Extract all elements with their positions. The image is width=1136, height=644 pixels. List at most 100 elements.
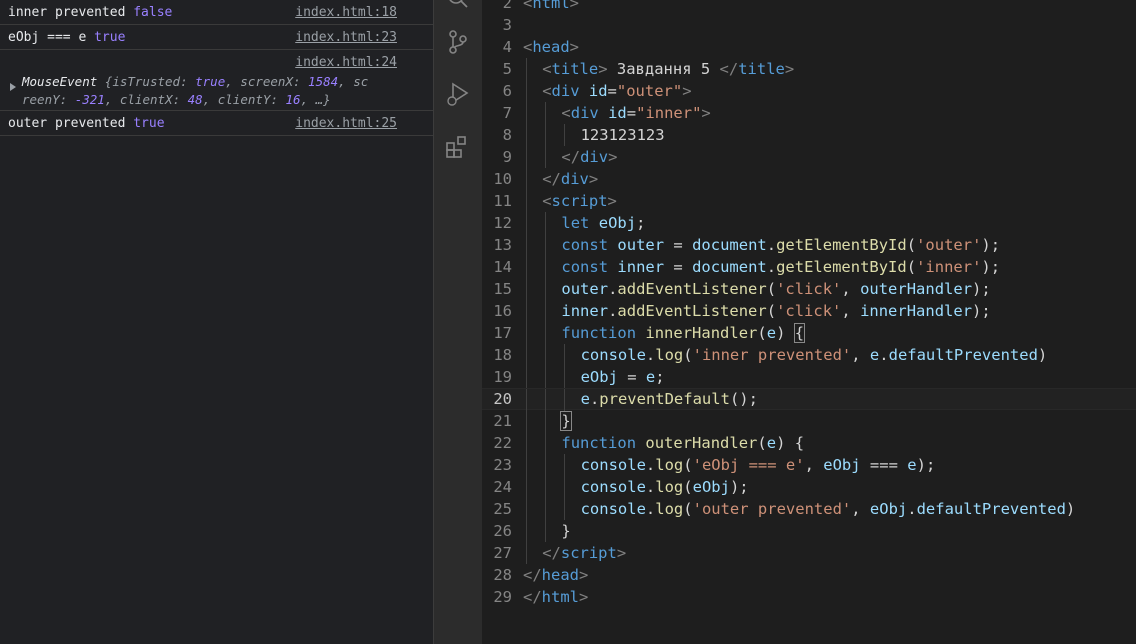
console-source-link[interactable]: index.html:18 (295, 0, 397, 25)
code-token: 123123123 (580, 126, 665, 144)
code-token: . (645, 456, 656, 474)
indent-guide (545, 344, 547, 366)
code-line[interactable]: 11 <script> (482, 190, 1136, 212)
code-token: === (860, 456, 908, 474)
code-text: </div> (542, 168, 598, 190)
code-token: ( (906, 236, 917, 254)
code-token: const (561, 258, 609, 276)
code-line[interactable]: 24 console.log(eObj); (482, 476, 1136, 498)
object-property-value: 48 (187, 92, 203, 107)
code-line[interactable]: 6 <div id="outer"> (482, 80, 1136, 102)
code-token: Завдання 5 (607, 60, 720, 78)
code-line[interactable]: 17 function innerHandler(e) { (482, 322, 1136, 344)
code-line[interactable]: 29 </html> (482, 586, 1136, 608)
console-message: outer prevented true index.html:25 (0, 111, 433, 136)
indent-guide (545, 476, 547, 498)
line-number: 11 (493, 192, 512, 210)
code-token: eObj (692, 478, 730, 496)
code-token: 'click' (776, 302, 842, 320)
code-line[interactable]: 13 const outer = document.getElementById(… (482, 234, 1136, 256)
run-debug-icon[interactable] (444, 80, 472, 108)
code-line[interactable]: 12 let eObj; (482, 212, 1136, 234)
code-token: > (579, 566, 589, 584)
indent-guide (526, 454, 527, 476)
console-object-message: index.html:24 MouseEvent {isTrusted: tru… (0, 50, 433, 111)
console-source-link[interactable]: index.html:25 (295, 111, 397, 136)
code-editor[interactable]: 2 <html> 3 4 <head> 5 <title> Завдання 5 </tit… (482, 0, 1136, 644)
object-preview-text: , (225, 74, 241, 89)
code-line[interactable]: 20 e.preventDefault(); (482, 388, 1136, 411)
search-icon[interactable] (444, 0, 472, 14)
code-token: ) { (776, 434, 805, 452)
line-number: 17 (493, 324, 512, 342)
expand-triangle-icon[interactable] (10, 83, 16, 91)
code-text: console.log('eObj === e', eObj === e); (581, 454, 936, 476)
indent-guide (545, 454, 547, 476)
code-token: { (793, 323, 806, 343)
code-text: const outer = document.getElementById('o… (561, 234, 1000, 256)
code-line[interactable]: 2 <html> (482, 0, 1136, 14)
object-preview-text: , …} (300, 92, 331, 107)
code-line[interactable]: 16 inner.addEventListener('click', innerH… (482, 300, 1136, 322)
code-token: addEventListener (617, 280, 767, 298)
code-text: </script> (542, 542, 626, 564)
indent-guide (526, 190, 527, 212)
code-line[interactable]: 27 </script> (482, 542, 1136, 564)
code-line[interactable]: 10 </div> (482, 168, 1136, 190)
code-token: e (580, 390, 590, 408)
code-token: < (523, 0, 533, 12)
code-token: </ (523, 566, 542, 584)
code-line[interactable]: 18 console.log('inner prevented', e.defau… (482, 344, 1136, 366)
code-line[interactable]: 26} (482, 520, 1136, 542)
extensions-icon[interactable] (444, 133, 472, 161)
code-token: ( (683, 456, 693, 474)
code-line[interactable]: 3 (482, 14, 1136, 36)
indent-guide (545, 124, 547, 146)
indent-guide (564, 366, 566, 388)
line-number: 7 (502, 104, 512, 122)
code-token: </ (523, 588, 542, 606)
code-token: log (655, 500, 684, 518)
code-token: ( (683, 500, 693, 518)
code-text: <div id="inner"> (561, 102, 710, 124)
line-number: 28 (493, 566, 512, 584)
code-line[interactable]: 5 <title> Завдання 5 </title> (482, 58, 1136, 80)
code-line[interactable]: 25 console.log('outer prevented', eObj.de… (482, 498, 1136, 520)
code-line[interactable]: 28 </head> (482, 564, 1136, 586)
code-line[interactable]: 21} (482, 410, 1136, 432)
code-token: 'inner prevented' (692, 346, 852, 364)
code-token: > (682, 82, 692, 100)
code-line[interactable]: 19 eObj = e; (482, 366, 1136, 388)
code-line[interactable]: 23 console.log('eObj === e', eObj === e); (482, 454, 1136, 476)
code-token: function (561, 324, 637, 342)
indent-guide (545, 322, 547, 344)
line-number: 6 (502, 82, 512, 100)
object-preview-line-1[interactable]: MouseEvent {isTrusted: true, screenX: 15… (22, 72, 368, 91)
code-token: "inner" (636, 104, 702, 122)
code-token: , (841, 302, 861, 320)
code-line[interactable]: 22 function outerHandler(e) { (482, 432, 1136, 454)
code-token: . (589, 390, 600, 408)
code-token: preventDefault (599, 390, 730, 408)
code-token: ); (972, 302, 991, 320)
code-token: const (561, 236, 609, 254)
console-source-link[interactable]: index.html:23 (295, 25, 397, 50)
code-line[interactable]: 14 const inner = document.getElementById(… (482, 256, 1136, 278)
code-line[interactable]: 8 123123123 (482, 124, 1136, 146)
code-token: . (907, 500, 917, 518)
code-text: e.preventDefault(); (581, 389, 758, 409)
object-preview-line-2[interactable]: reenY: -321, clientX: 48, clientY: 16, …… (22, 90, 331, 109)
indent-guide (545, 300, 547, 322)
code-line[interactable]: 7 <div id="inner"> (482, 102, 1136, 124)
code-line[interactable]: 4 <head> (482, 36, 1136, 58)
line-number: 2 (502, 0, 512, 12)
code-token: e (645, 368, 656, 386)
console-source-link[interactable]: index.html:24 (295, 54, 397, 72)
code-token: . (766, 236, 777, 254)
code-line[interactable]: 15 outer.addEventListener('click', outerH… (482, 278, 1136, 300)
code-line[interactable]: 9 </div> (482, 146, 1136, 168)
code-token: outerHandler (645, 434, 758, 452)
indent-guide (526, 322, 527, 344)
source-control-icon[interactable] (444, 28, 472, 56)
